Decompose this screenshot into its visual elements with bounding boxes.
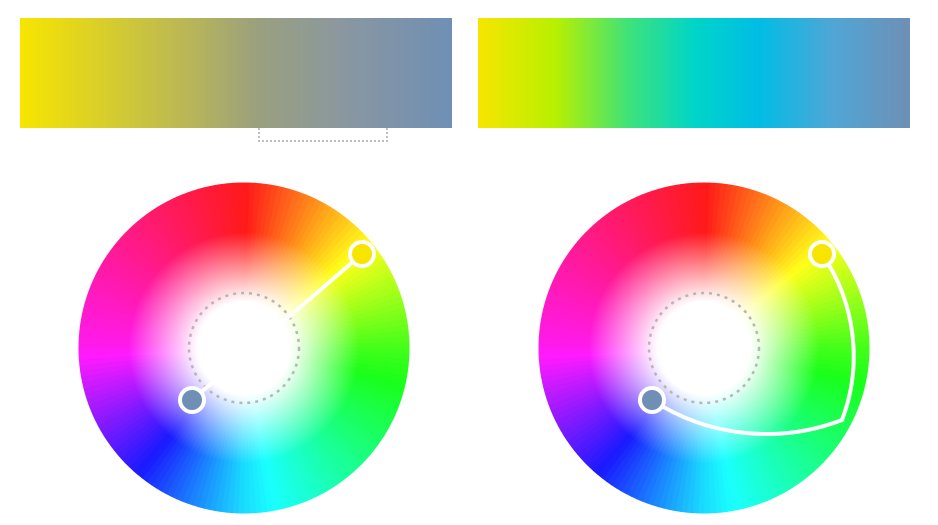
endpoint-marker-blue	[180, 388, 204, 412]
hue-wheel-left	[79, 183, 409, 513]
hue-wheel-right	[539, 183, 869, 513]
endpoint-marker-yellow	[810, 242, 834, 266]
endpoint-marker-yellow	[350, 242, 374, 266]
wheels-svg	[0, 0, 938, 525]
endpoint-marker-blue	[640, 388, 664, 412]
